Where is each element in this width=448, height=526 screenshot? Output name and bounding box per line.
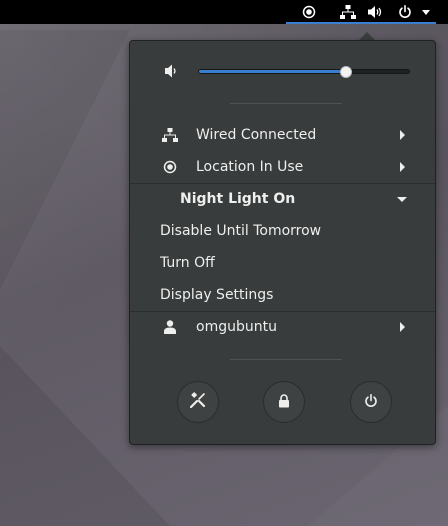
system-menu: Wired Connected Location In Use Night Li… [129,40,436,445]
disable-until-tomorrow-label: Disable Until Tomorrow [160,223,322,239]
power-icon [364,393,378,412]
active-indicator-line [286,22,436,24]
user-icon [162,319,178,335]
chevron-right-icon [400,130,405,140]
wired-connected-item[interactable]: Wired Connected [130,119,435,151]
power-icon[interactable] [394,0,416,24]
volume-slider-fill [199,70,346,73]
location-icon [162,159,178,175]
settings-button[interactable] [177,381,219,423]
location-icon[interactable] [298,0,320,24]
wired-connected-label: Wired Connected [196,127,317,143]
night-light-label: Night Light On [180,191,296,207]
top-bar [0,0,448,24]
disable-until-tomorrow-item[interactable]: Disable Until Tomorrow [130,215,435,247]
turn-off-label: Turn Off [160,255,215,271]
display-settings-label: Display Settings [160,287,274,303]
night-light-item[interactable]: Night Light On [130,183,435,215]
chevron-down-icon [397,197,407,202]
wallpaper-facet [0,30,130,290]
divider [230,359,342,360]
lock-icon [278,393,290,412]
network-wired-icon [162,127,178,143]
network-wired-icon[interactable] [337,0,359,24]
volume-slider[interactable] [198,66,410,78]
volume-low-icon [164,63,180,83]
display-settings-item[interactable]: Display Settings [130,279,435,311]
user-name-label: omgubuntu [196,319,277,335]
volume-slider-handle[interactable] [340,66,352,78]
chevron-right-icon [400,322,405,332]
chevron-right-icon [400,162,405,172]
user-item[interactable]: omgubuntu [130,311,435,343]
settings-tools-icon [189,392,206,412]
lock-button[interactable] [263,381,305,423]
location-in-use-item[interactable]: Location In Use [130,151,435,183]
location-in-use-label: Location In Use [196,159,304,175]
turn-off-item[interactable]: Turn Off [130,247,435,279]
power-off-button[interactable] [350,381,392,423]
menu-down-icon[interactable] [418,0,434,24]
volume-icon[interactable] [364,0,388,24]
divider [230,103,342,104]
